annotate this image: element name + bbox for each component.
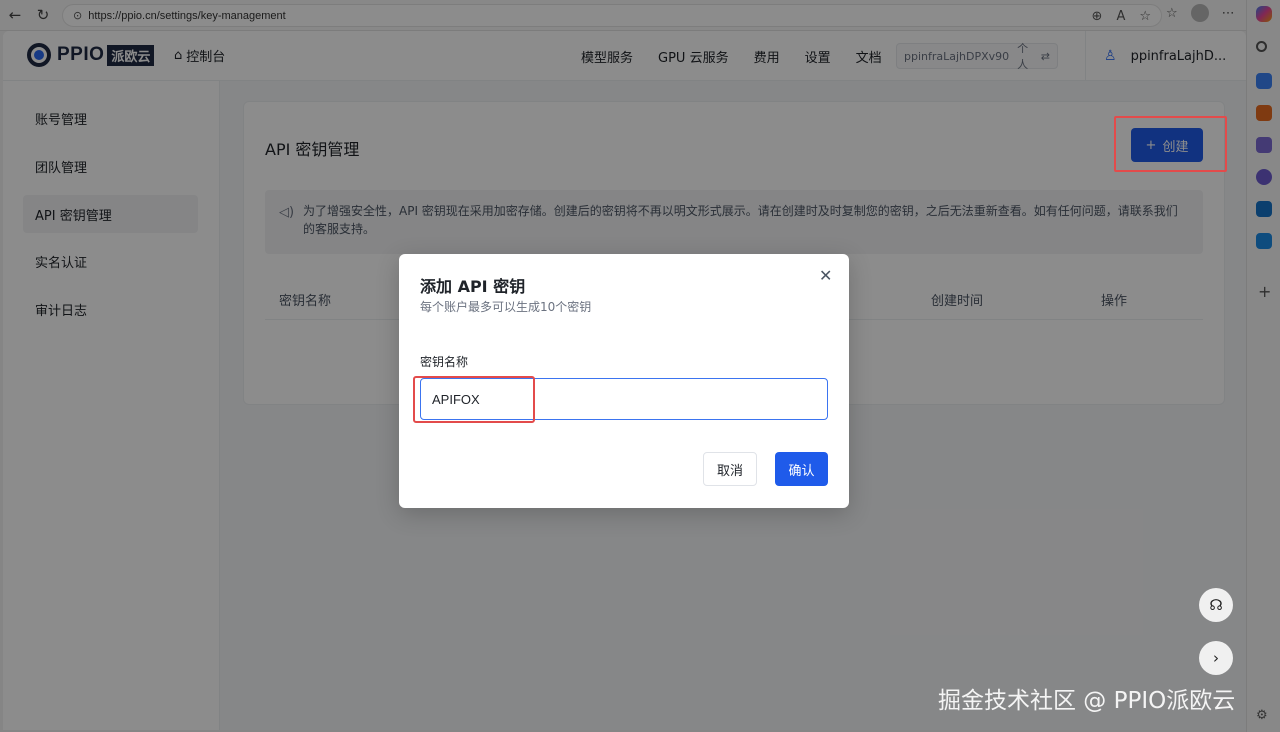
key-name-label: 密钥名称 [420,355,469,369]
add-key-dialog: 添加 API 密钥 每个账户最多可以生成10个密钥 ✕ 密钥名称 取消 确认 [399,254,849,508]
gear-icon[interactable]: ⚙ [1256,708,1268,723]
cancel-button[interactable]: 取消 [703,452,757,486]
dialog-title: 添加 API 密钥 [420,277,526,296]
chevron-right-icon[interactable]: › [1199,641,1233,675]
close-icon[interactable]: ✕ [819,266,832,285]
confirm-button[interactable]: 确认 [775,452,828,486]
watermark: 掘金技术社区 @ PPIO派欧云 [938,688,1236,714]
create-button-highlight [1114,116,1227,172]
support-headset-icon[interactable]: ☊ [1199,588,1233,622]
key-name-input[interactable] [420,378,828,420]
dialog-subtitle: 每个账户最多可以生成10个密钥 [420,300,592,314]
